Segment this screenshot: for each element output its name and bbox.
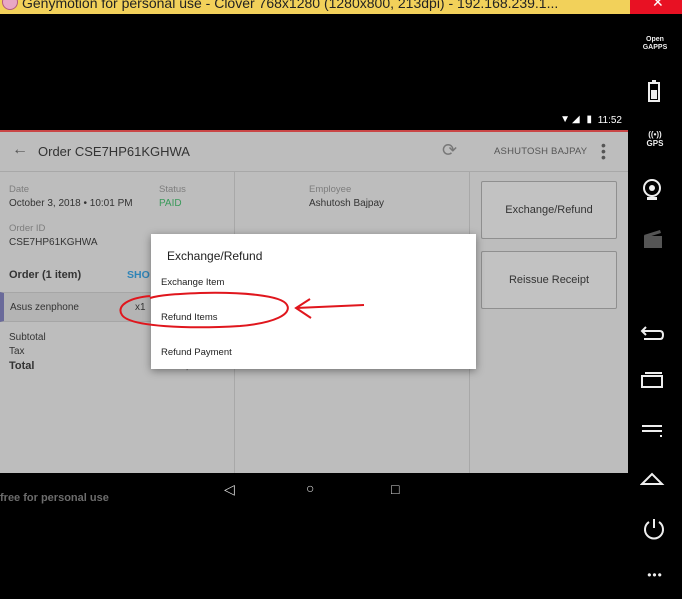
- open-gapps-label-2: GAPPS: [642, 44, 668, 51]
- open-gapps-button[interactable]: Open GAPPS: [628, 36, 682, 52]
- recent-apps-icon[interactable]: [640, 372, 666, 388]
- nav-back-icon[interactable]: ◁: [224, 481, 235, 498]
- webcam-icon[interactable]: [641, 178, 667, 204]
- back-button-icon[interactable]: [640, 324, 666, 342]
- open-gapps-label-1: Open: [646, 36, 664, 43]
- emulator-sidebar: Open GAPPS ((•)) GPS •••: [628, 14, 682, 599]
- more-options-icon[interactable]: •••: [628, 568, 682, 582]
- nav-home-icon[interactable]: ○: [306, 480, 314, 496]
- gps-button[interactable]: ((•)) GPS: [628, 130, 682, 148]
- menu-icon[interactable]: [640, 424, 666, 438]
- home-icon[interactable]: [640, 470, 666, 486]
- wifi-signal-icon: ((•)): [648, 130, 662, 139]
- watermark-text: free for personal use: [0, 492, 109, 504]
- pointer-arrow: [294, 298, 365, 319]
- nav-recents-icon[interactable]: □: [391, 481, 399, 497]
- red-annotation: [119, 291, 365, 329]
- battery-icon[interactable]: [646, 80, 662, 104]
- highlight-ellipse: [119, 291, 289, 329]
- clapper-icon[interactable]: [642, 228, 666, 250]
- power-icon[interactable]: [642, 517, 666, 541]
- gps-label: GPS: [646, 139, 664, 148]
